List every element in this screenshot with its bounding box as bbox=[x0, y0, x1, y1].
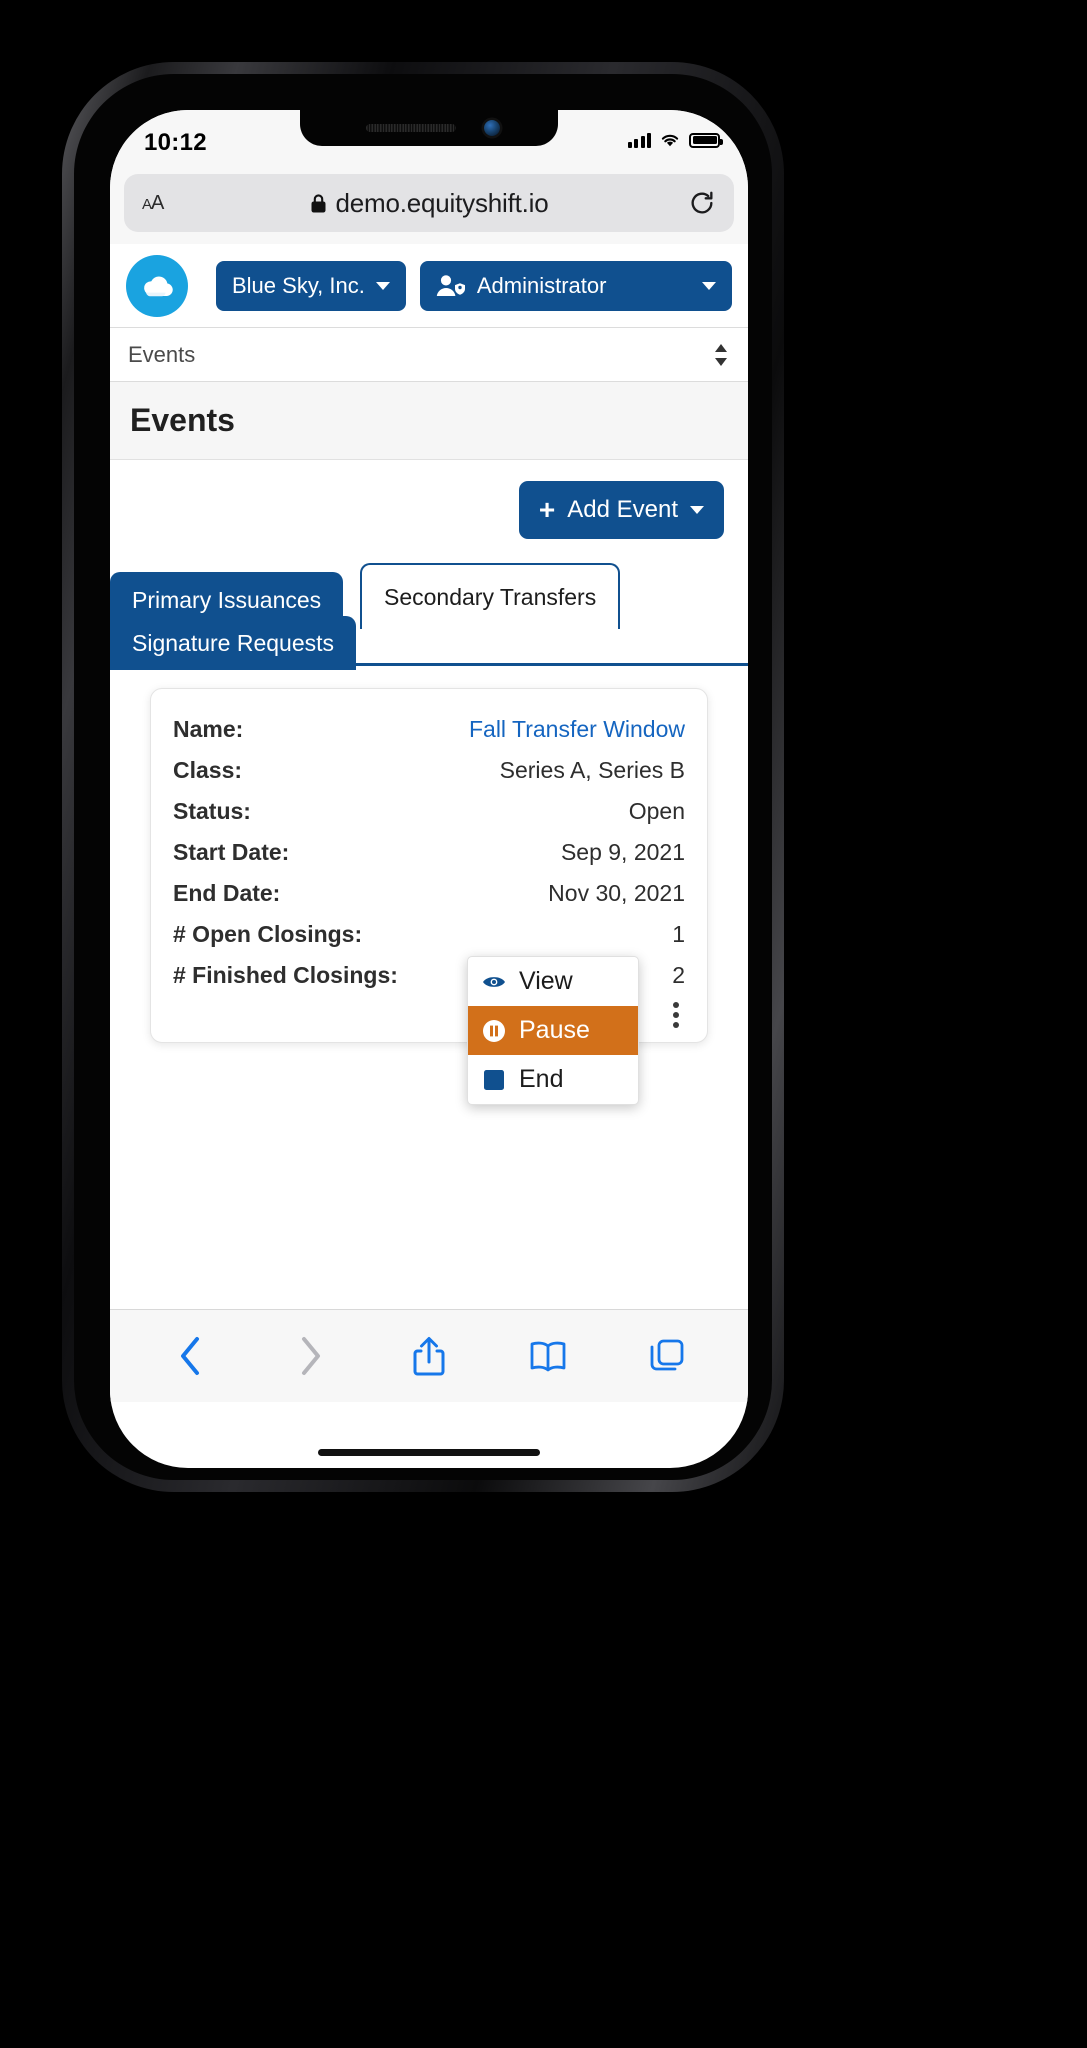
url-text: demo.equityshift.io bbox=[335, 187, 549, 218]
row-label: Start Date: bbox=[173, 839, 290, 865]
row-value: Series A, Series B bbox=[499, 757, 685, 783]
add-event-label: Add Event bbox=[567, 496, 678, 523]
row-value: Nov 30, 2021 bbox=[548, 880, 685, 906]
sort-updown-icon[interactable] bbox=[712, 342, 730, 368]
app-header: Blue Sky, Inc. Administrator bbox=[110, 244, 748, 328]
row-value: Sep 9, 2021 bbox=[560, 839, 685, 865]
row-value: 1 bbox=[672, 921, 685, 947]
tab-secondary-transfers[interactable]: Secondary Transfers bbox=[360, 563, 621, 629]
status-icons bbox=[627, 132, 723, 148]
eye-icon bbox=[482, 970, 506, 994]
menu-item-label: End bbox=[519, 1065, 564, 1093]
row-label: Name: bbox=[173, 716, 244, 742]
pause-circle-icon bbox=[482, 1019, 506, 1043]
row-label: # Finished Closings: bbox=[173, 962, 398, 988]
company-selector-label: Blue Sky, Inc. bbox=[232, 272, 365, 298]
page-title: Events bbox=[130, 402, 235, 438]
row-label: # Open Closings: bbox=[173, 921, 363, 947]
safari-url-bar-area: AA demo.equityshift.io bbox=[110, 170, 748, 244]
user-shield-icon bbox=[436, 274, 465, 296]
table-row: Status: Open bbox=[173, 791, 685, 832]
url-display: demo.equityshift.io bbox=[124, 188, 734, 219]
back-icon[interactable] bbox=[162, 1327, 220, 1385]
page-title-bar: Events bbox=[110, 382, 748, 460]
row-value: 2 bbox=[672, 962, 685, 988]
book-icon[interactable] bbox=[519, 1327, 577, 1385]
phone-bezel: 10:12 AA demo.equityshift.io Blue Sky, I… bbox=[74, 74, 772, 1480]
chevron-down-icon bbox=[690, 506, 704, 514]
wifi-icon bbox=[661, 134, 679, 147]
notch bbox=[300, 110, 558, 146]
row-value: Open bbox=[628, 798, 685, 824]
add-event-button[interactable]: + Add Event bbox=[518, 481, 724, 539]
row-label: Class: bbox=[173, 757, 243, 783]
tab-label: Secondary Transfers bbox=[384, 583, 597, 610]
menu-item-view[interactable]: View bbox=[468, 957, 638, 1006]
menu-item-end[interactable]: End bbox=[468, 1055, 638, 1104]
context-menu: View Pause End bbox=[467, 956, 639, 1105]
phone-screen: 10:12 AA demo.equityshift.io Blue Sky, I… bbox=[110, 110, 748, 1468]
tab-primary-issuances[interactable]: Primary Issuances bbox=[110, 572, 344, 628]
action-bar: + Add Event bbox=[110, 460, 748, 560]
table-row: Start Date: Sep 9, 2021 bbox=[173, 832, 685, 873]
cellular-signal-icon bbox=[627, 132, 651, 148]
row-value[interactable]: Fall Transfer Window bbox=[469, 716, 685, 743]
menu-item-label: Pause bbox=[519, 1016, 590, 1044]
safari-toolbar bbox=[110, 1309, 748, 1402]
tab-label: Signature Requests bbox=[132, 629, 335, 656]
table-row: Name: Fall Transfer Window bbox=[173, 709, 685, 750]
tabs-icon[interactable] bbox=[638, 1327, 696, 1385]
role-selector-label: Administrator bbox=[476, 272, 607, 298]
chevron-down-icon bbox=[375, 281, 390, 290]
breadcrumb-bar[interactable]: Events bbox=[110, 328, 748, 382]
web-page: Blue Sky, Inc. Administrator Events Even… bbox=[110, 244, 748, 1309]
table-row: Class: Series A, Series B bbox=[173, 750, 685, 791]
forward-icon[interactable] bbox=[281, 1327, 339, 1385]
home-indicator[interactable] bbox=[318, 1449, 540, 1456]
battery-icon bbox=[689, 132, 723, 148]
table-row: # Open Closings: 1 bbox=[173, 914, 685, 955]
stop-square-icon bbox=[482, 1068, 506, 1092]
safari-url-bar[interactable]: AA demo.equityshift.io bbox=[124, 174, 734, 232]
cloud-logo-icon[interactable] bbox=[126, 254, 188, 317]
earpiece-speaker-icon bbox=[366, 124, 456, 132]
lock-icon bbox=[311, 193, 325, 212]
row-label: End Date: bbox=[173, 880, 281, 906]
breadcrumb-label: Events bbox=[128, 341, 196, 367]
kebab-menu-icon[interactable] bbox=[673, 1002, 679, 1028]
share-icon[interactable] bbox=[400, 1327, 458, 1385]
menu-item-label: View bbox=[519, 967, 573, 995]
role-selector-button[interactable]: Administrator bbox=[419, 260, 732, 311]
table-row: End Date: Nov 30, 2021 bbox=[173, 873, 685, 914]
tab-bar: Primary Issuances Signature Requests Sec… bbox=[110, 560, 748, 670]
phone-frame: 10:12 AA demo.equityshift.io Blue Sky, I… bbox=[62, 62, 784, 1492]
row-label: Status: bbox=[173, 798, 251, 824]
menu-item-pause[interactable]: Pause bbox=[468, 1006, 638, 1055]
plus-icon: + bbox=[538, 494, 556, 525]
tab-label: Primary Issuances bbox=[132, 586, 322, 613]
company-selector-button[interactable]: Blue Sky, Inc. bbox=[216, 260, 406, 311]
chevron-down-icon bbox=[702, 281, 716, 290]
front-camera-icon bbox=[484, 120, 500, 136]
status-time: 10:12 bbox=[144, 129, 207, 156]
